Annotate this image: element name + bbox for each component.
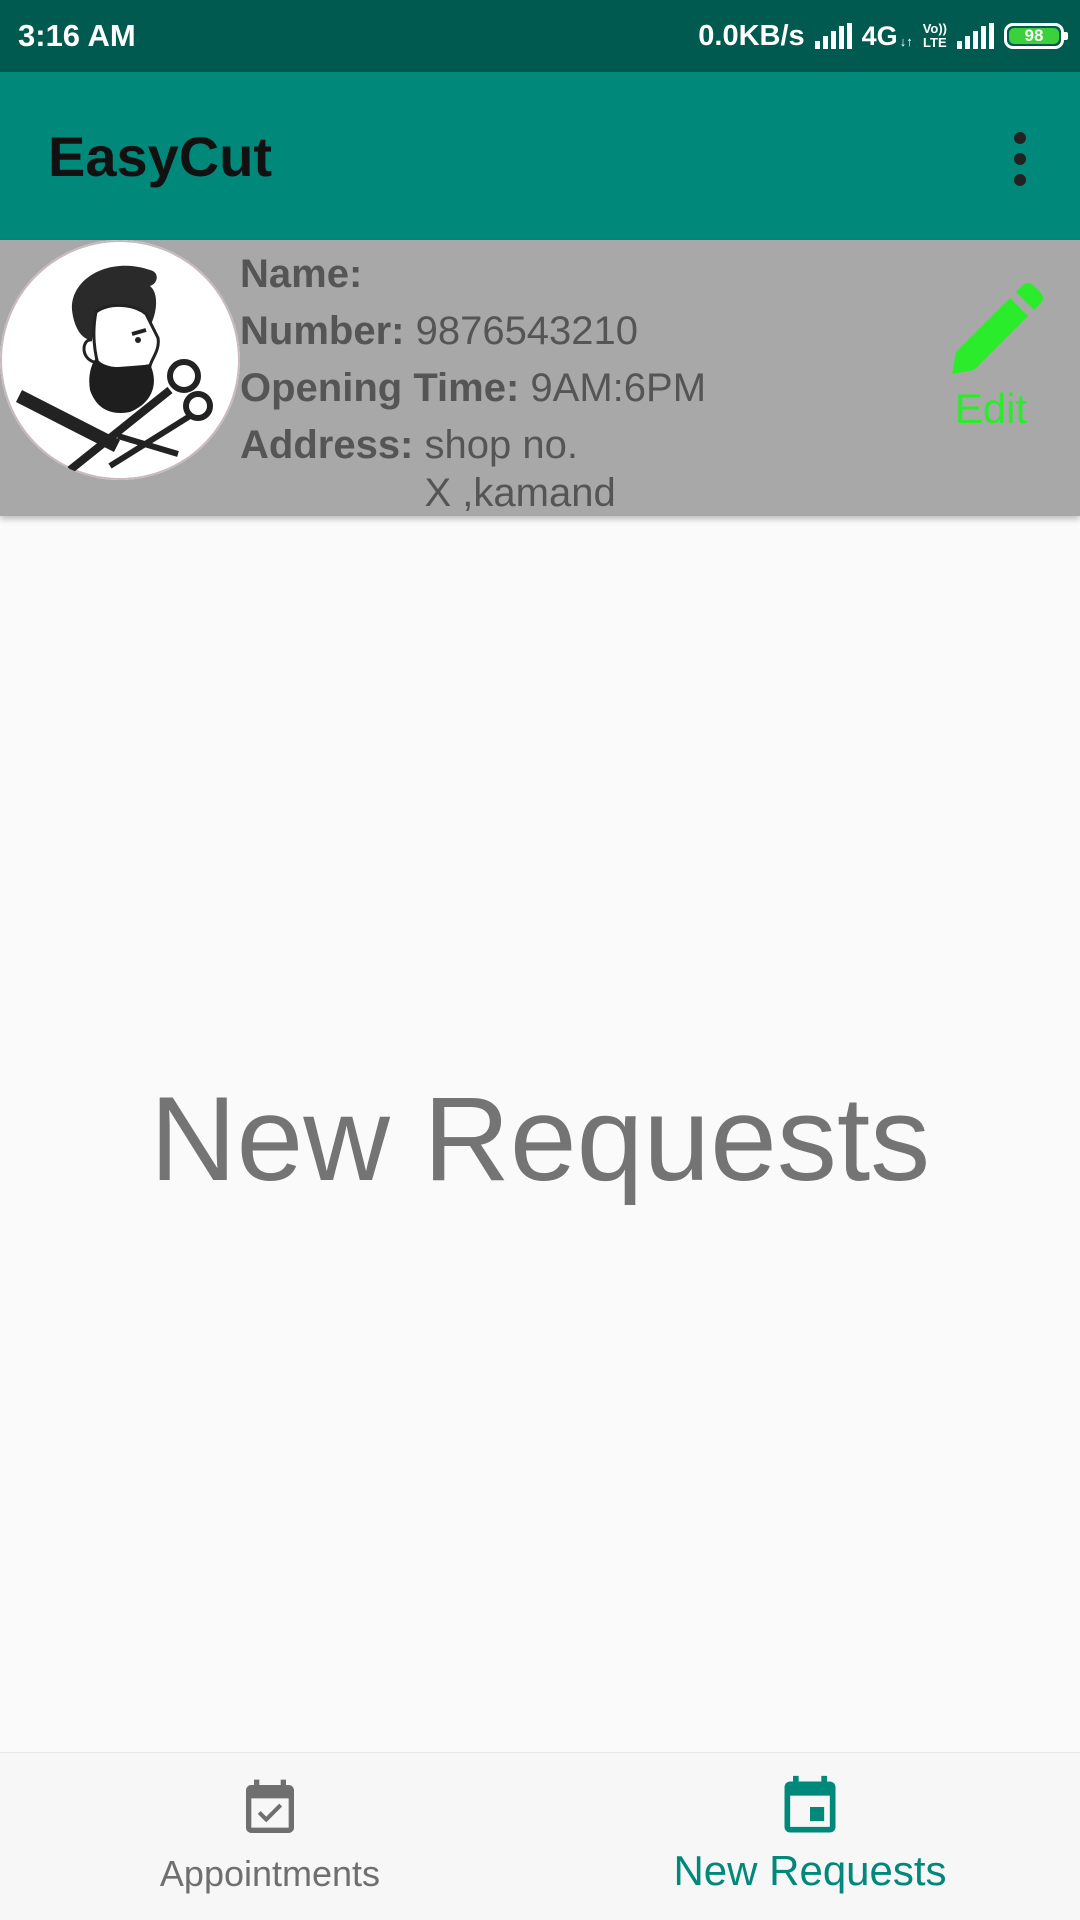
- nav-item-appointments[interactable]: Appointments: [0, 1753, 540, 1920]
- name-label: Name:: [240, 252, 363, 296]
- signal-icon: [814, 23, 852, 49]
- signal-icon-2: [957, 23, 994, 49]
- name-row: Name:: [240, 246, 706, 303]
- address-row: Address: shop no. X ,kamand: [240, 417, 706, 517]
- page-title: New Requests: [149, 1072, 931, 1206]
- shop-info: Name: Number: 9876543210 Opening Time: 9…: [240, 246, 706, 517]
- app-title: EasyCut: [48, 125, 273, 188]
- address-line-2: X ,kamand: [424, 471, 616, 515]
- opening-time-label: Opening Time:: [240, 366, 520, 410]
- event-icon: [784, 1775, 836, 1833]
- volte-top: Vo)): [922, 21, 947, 36]
- battery-level: 98: [1009, 26, 1059, 45]
- profile-card: Name: Number: 9876543210 Opening Time: 9…: [0, 240, 1080, 516]
- number-row: Number: 9876543210: [240, 303, 706, 360]
- address-value: shop no. X ,kamand: [425, 417, 616, 517]
- screen: 3:16 AM 0.0KB/s 4G ↓↑ Vo)) LTE 98 EasyCu…: [0, 0, 1080, 1920]
- avatar: [0, 240, 240, 480]
- nav-item-new-requests[interactable]: New Requests: [540, 1753, 1080, 1920]
- more-vert-icon[interactable]: [1000, 132, 1040, 186]
- edit-button[interactable]: Edit: [936, 280, 1046, 460]
- number-label: Number:: [240, 309, 405, 353]
- battery-icon: 98: [1004, 23, 1068, 49]
- app-bar: EasyCut: [0, 72, 1080, 240]
- barber-logo: [0, 240, 240, 480]
- address-label: Address:: [240, 423, 414, 467]
- event-available-icon: [246, 1779, 294, 1833]
- nav-label-new-requests: New Requests: [673, 1847, 947, 1894]
- opening-time-row: Opening Time: 9AM:6PM: [240, 360, 706, 417]
- network-type: 4G: [861, 20, 898, 51]
- status-time: 3:16 AM: [18, 18, 136, 53]
- address-line-1: shop no.: [424, 423, 578, 467]
- network-speed: 0.0KB/s: [698, 19, 805, 52]
- opening-time-value: 9AM:6PM: [530, 366, 707, 410]
- volte-icon: Vo)) LTE: [923, 22, 947, 50]
- nav-label-appointments: Appointments: [159, 1853, 381, 1894]
- number-value: 9876543210: [415, 309, 639, 353]
- data-activity-icon: ↓↑: [899, 33, 913, 49]
- bottom-navigation: Appointments New Requests: [0, 1752, 1080, 1920]
- edit-label: Edit: [954, 385, 1028, 432]
- status-indicators: 0.0KB/s 4G ↓↑ Vo)) LTE 98: [698, 14, 1068, 58]
- volte-bottom: LTE: [923, 35, 947, 50]
- status-bar: 3:16 AM 0.0KB/s 4G ↓↑ Vo)) LTE 98: [0, 0, 1080, 72]
- pencil-icon: [952, 283, 1043, 374]
